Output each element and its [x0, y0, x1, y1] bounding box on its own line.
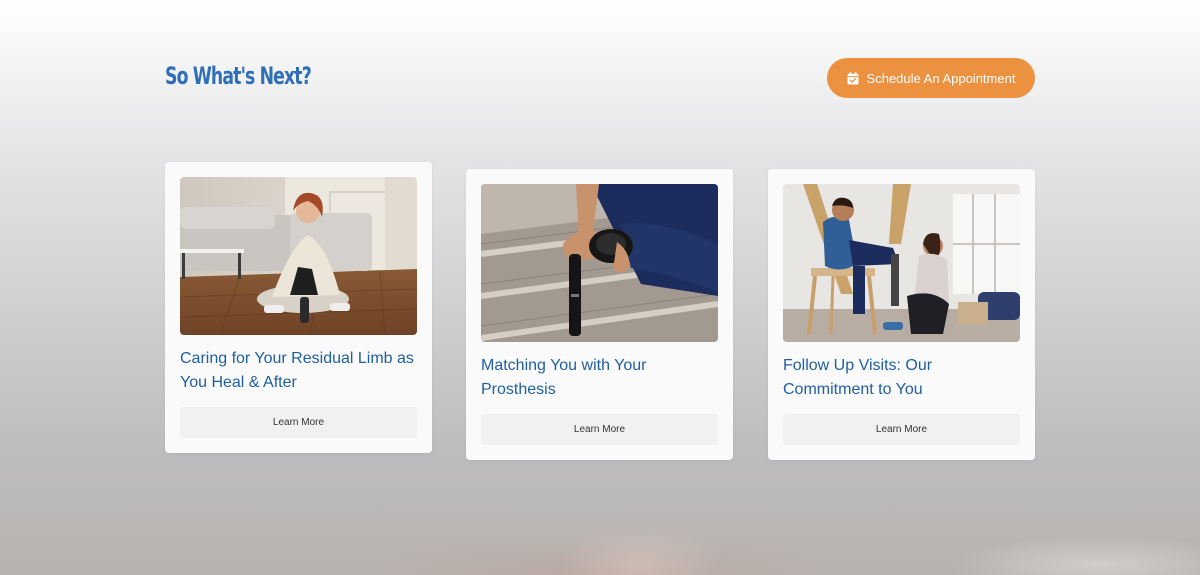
background-photo-blur [0, 455, 1200, 575]
card-photo [180, 177, 417, 335]
learn-more-button[interactable]: Learn More [180, 407, 417, 438]
section-heading: So What's Next? [165, 62, 312, 90]
card-title: Caring for Your Residual Limb as You Hea… [180, 350, 414, 391]
schedule-appointment-button[interactable]: Schedule An Appointment [827, 58, 1035, 98]
calendar-check-icon [847, 71, 859, 85]
card-title: Matching You with Your Prosthesis [481, 357, 647, 398]
card-photo [481, 184, 718, 342]
schedule-appointment-label: Schedule An Appointment [866, 70, 1016, 86]
card-follow-up-visits: Follow Up Visits: Our Commitment to You … [768, 169, 1035, 460]
card-title: Follow Up Visits: Our Commitment to You [783, 357, 933, 398]
card-residual-limb: Caring for Your Residual Limb as You Hea… [165, 162, 432, 453]
card-photo [783, 184, 1020, 342]
learn-more-button[interactable]: Learn More [481, 414, 718, 445]
card-matching-prosthesis: Matching You with Your Prosthesis Learn … [466, 169, 733, 460]
learn-more-button[interactable]: Learn More [783, 414, 1020, 445]
